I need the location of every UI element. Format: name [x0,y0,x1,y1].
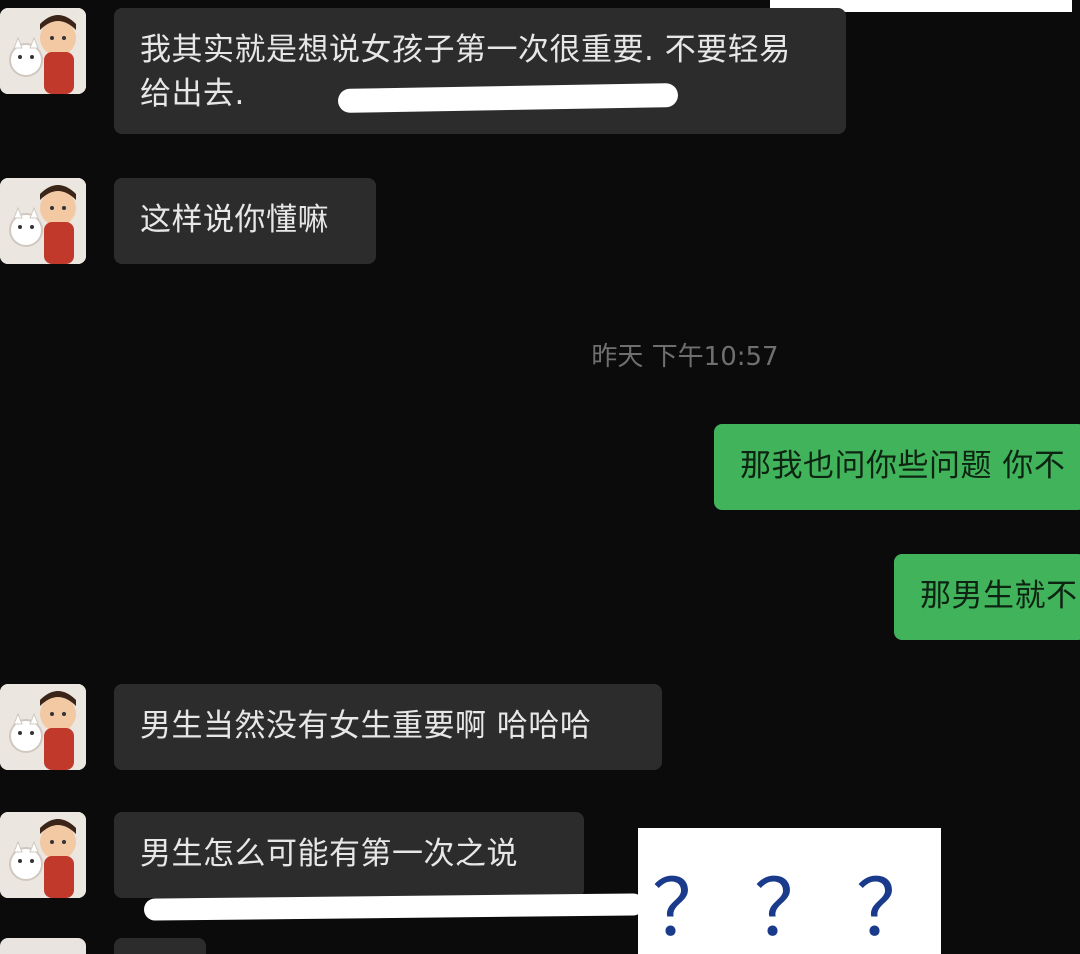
message-bubble-outgoing[interactable]: 那我也问你些问题 你不 [714,424,1080,510]
contact-avatar[interactable] [0,178,86,264]
message-text: 这样说你懂嘛 [140,202,329,238]
contact-avatar[interactable] [0,684,86,770]
message-bubble-partial[interactable] [114,938,206,954]
message-bubble-incoming[interactable]: 男生当然没有女生重要啊 哈哈哈 [114,684,662,770]
question-mark-overlay: ？？？ [638,828,941,954]
message-text: 男生当然没有女生重要啊 哈哈哈 [140,708,592,744]
cartoon-couple-avatar-icon [0,8,86,94]
message-bubble-incoming[interactable]: 我其实就是想说女孩子第一次很重要. 不要轻易给出去. [114,8,846,134]
cartoon-couple-avatar-icon [0,684,86,770]
message-bubble-incoming[interactable]: 男生怎么可能有第一次之说 [114,812,584,898]
message-text: 男生怎么可能有第一次之说 [140,836,518,872]
message-bubble-outgoing[interactable]: 那男生就不 [894,554,1080,640]
question-marks: ？？？ [652,864,959,954]
chat-screen: 我其实就是想说女孩子第一次很重要. 不要轻易给出去. 这样说你懂嘛 昨天 下午1… [0,0,1080,954]
message-text: 那我也问你些问题 你不 [740,448,1066,484]
message-text: 那男生就不 [920,578,1078,614]
cartoon-couple-avatar-icon [0,812,86,898]
contact-avatar[interactable] [0,812,86,898]
timestamp: 昨天 下午10:57 [591,342,779,372]
contact-avatar[interactable] [0,8,86,94]
white-underline-scribble [143,893,645,921]
cartoon-couple-avatar-icon [0,178,86,264]
message-bubble-incoming[interactable]: 这样说你懂嘛 [114,178,376,264]
contact-avatar-partial[interactable] [0,938,86,954]
